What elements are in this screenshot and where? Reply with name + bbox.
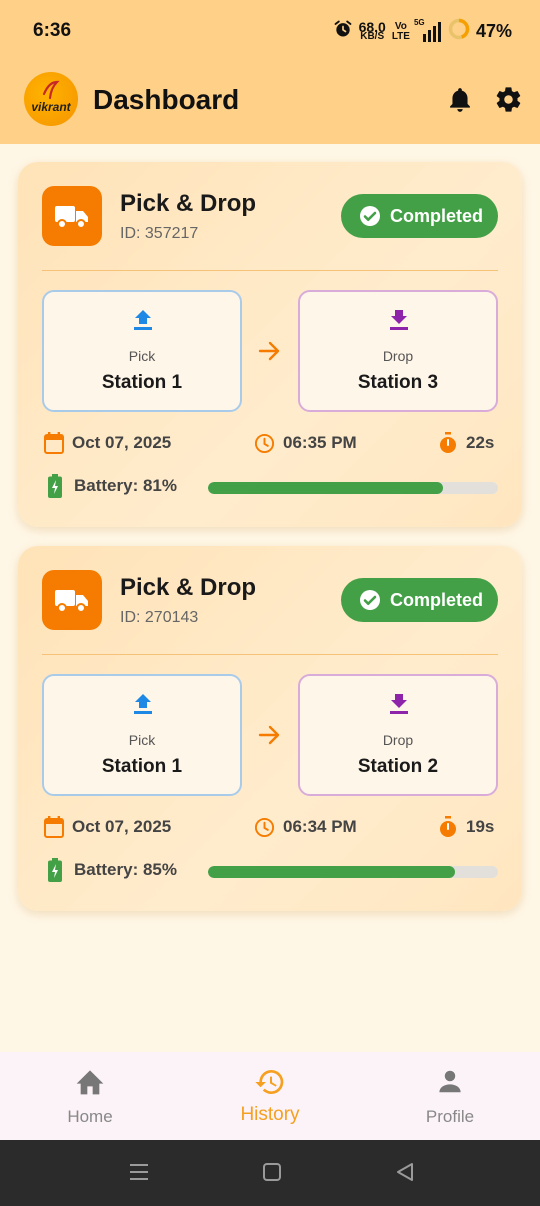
trip-duration: 22s <box>438 430 494 456</box>
timer-icon <box>440 432 456 453</box>
trip-title: Pick & Drop <box>120 574 257 601</box>
trip-id: ID: 270143 <box>120 609 199 626</box>
status-time: 6:36 <box>33 20 72 41</box>
drop-station-box: Drop Station 3 <box>298 290 498 412</box>
bottom-navigation: Home History Profile <box>0 1052 540 1140</box>
status-badge: Completed <box>341 578 498 622</box>
battery-percent: 47% <box>475 21 512 41</box>
battery-charging-icon <box>48 858 62 882</box>
nav-history[interactable]: History <box>180 1052 360 1140</box>
bell-icon[interactable] <box>447 86 473 119</box>
trip-date: Oct 07, 2025 <box>44 430 171 456</box>
page-title: Dashboard <box>93 84 240 115</box>
battery-progress-bar <box>208 866 498 878</box>
status-badge: Completed <box>341 194 498 238</box>
trip-time: 06:34 PM <box>254 814 357 840</box>
home-icon <box>76 1070 104 1095</box>
trip-duration: 19s <box>438 814 494 840</box>
trip-id: ID: 357217 <box>120 225 199 242</box>
arrow-right-icon <box>258 341 280 361</box>
battery-status: Battery: 81% <box>48 474 177 498</box>
nav-profile[interactable]: Profile <box>360 1052 540 1140</box>
truck-icon <box>42 186 102 246</box>
download-icon <box>390 694 408 714</box>
pick-station-name: Station 1 <box>101 756 183 777</box>
trip-time: 06:35 PM <box>254 430 357 456</box>
timer-icon <box>440 816 456 837</box>
clock-icon <box>254 433 275 453</box>
pick-station-box: Pick Station 1 <box>42 290 242 412</box>
calendar-icon <box>44 432 64 454</box>
truck-icon <box>42 570 102 630</box>
app-header: 6:36 68.0 KB/S Vo LTE 5G 47% vikrant Dashb… <box>0 0 540 144</box>
nav-home[interactable]: Home <box>0 1052 180 1140</box>
trip-card[interactable]: Pick & Drop ID: 270143 Completed Pick St… <box>18 546 522 911</box>
trip-title: Pick & Drop <box>120 190 257 217</box>
upload-icon <box>134 694 152 714</box>
clock-icon <box>254 817 275 837</box>
upload-icon <box>134 310 152 330</box>
battery-status: Battery: 85% <box>48 858 177 882</box>
check-circle-icon <box>360 206 380 226</box>
drop-station-box: Drop Station 2 <box>298 674 498 796</box>
alarm-icon <box>333 19 353 44</box>
pick-station-name: Station 1 <box>101 372 183 393</box>
download-icon <box>390 310 408 330</box>
back-triangle-icon[interactable] <box>394 1161 416 1183</box>
history-icon <box>255 1070 284 1094</box>
logo-mark-icon <box>42 80 60 100</box>
drop-station-name: Station 2 <box>357 756 439 777</box>
volte-indicator: Vo LTE <box>391 20 410 42</box>
trip-date: Oct 07, 2025 <box>44 814 171 840</box>
home-square-icon[interactable] <box>262 1162 282 1182</box>
pick-station-box: Pick Station 1 <box>42 674 242 796</box>
divider <box>42 270 498 271</box>
person-icon <box>439 1070 461 1093</box>
recents-menu-icon[interactable] <box>128 1162 150 1182</box>
signal-icon: 5G <box>414 18 442 42</box>
network-speed: 68.0 KB/S <box>358 18 386 42</box>
drop-station-name: Station 3 <box>357 372 439 393</box>
app-logo: vikrant <box>24 72 78 126</box>
battery-charging-icon <box>48 474 62 498</box>
calendar-icon <box>44 816 64 838</box>
battery-ring-icon <box>448 18 470 45</box>
trip-card[interactable]: Pick & Drop ID: 357217 Completed Pick St… <box>18 162 522 527</box>
gear-icon[interactable] <box>494 85 523 119</box>
system-navigation-bar <box>0 1140 540 1206</box>
status-bar: 6:36 68.0 KB/S Vo LTE 5G 47% <box>0 0 540 62</box>
check-circle-icon <box>360 590 380 610</box>
divider <box>42 654 498 655</box>
arrow-right-icon <box>258 725 280 745</box>
battery-progress-bar <box>208 482 498 494</box>
